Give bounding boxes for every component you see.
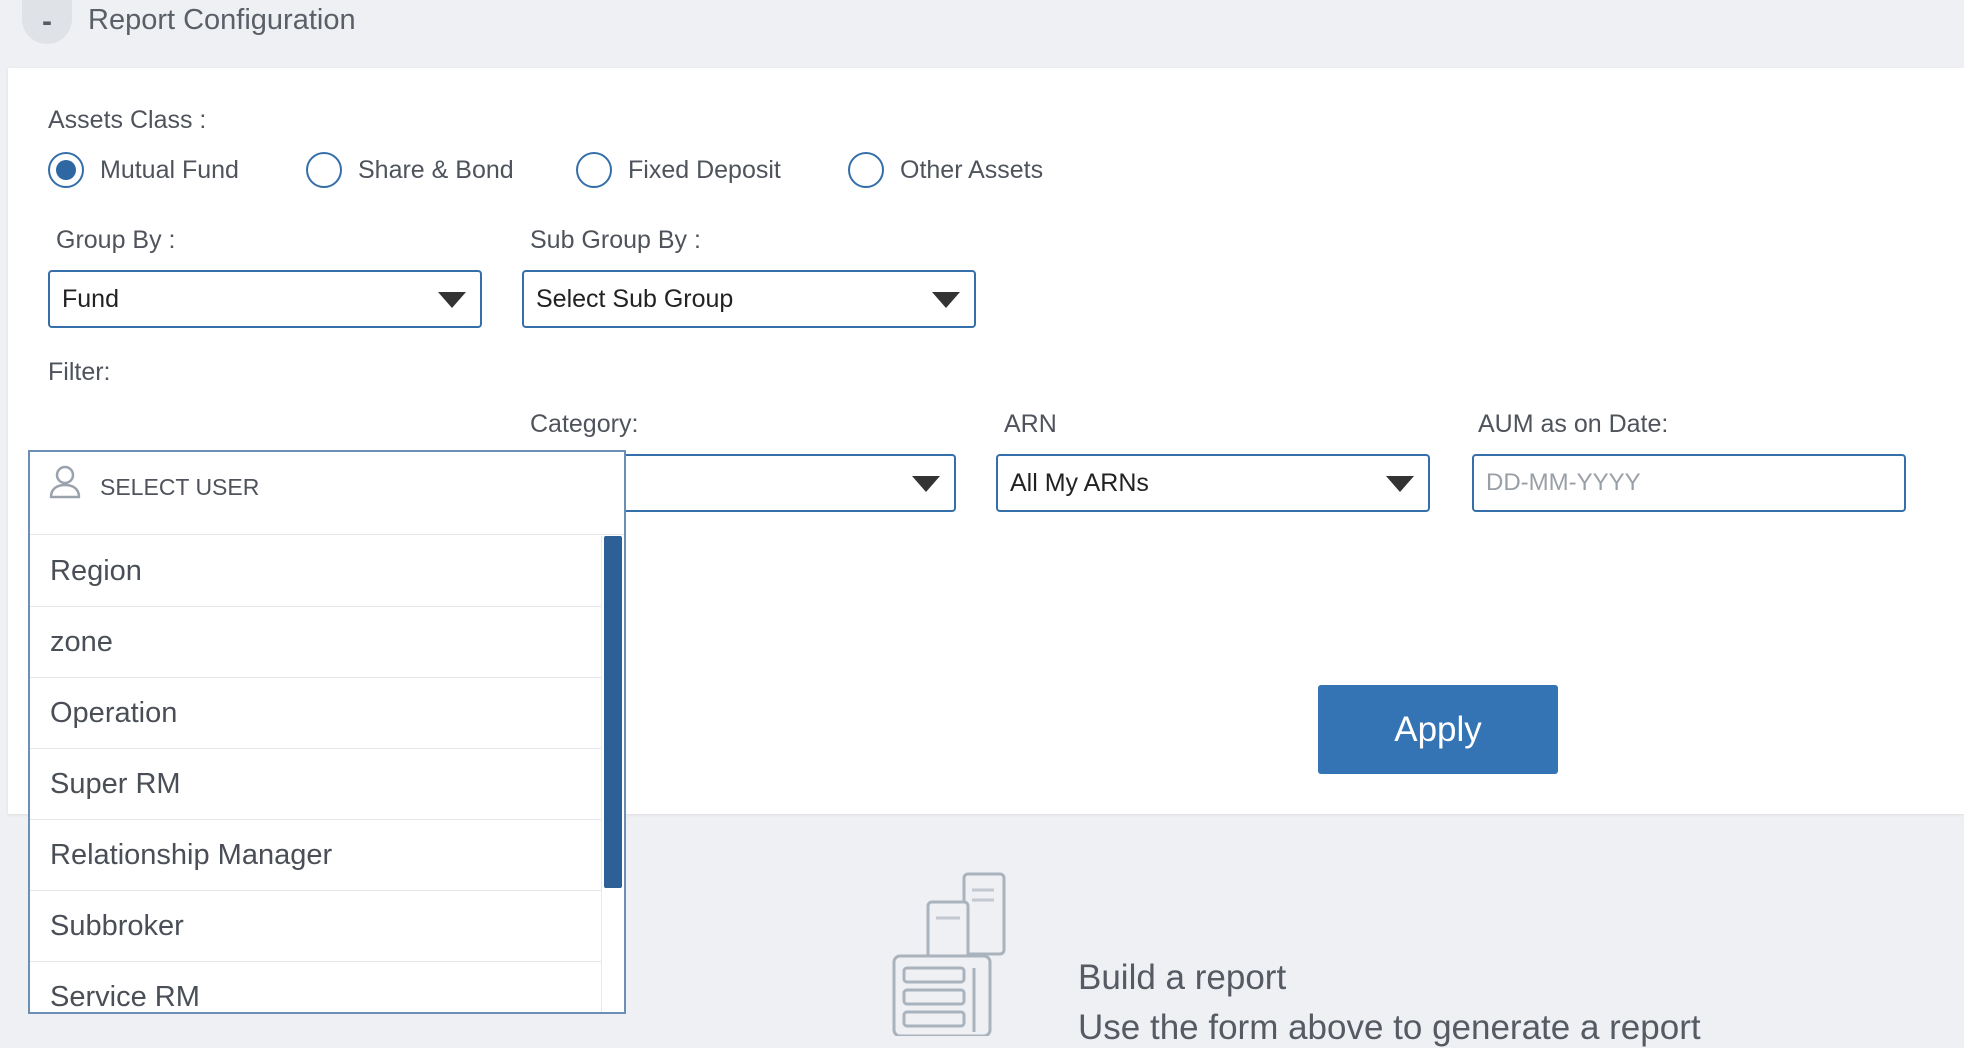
- aum-date-label: AUM as on Date:: [1478, 410, 1669, 438]
- radio-selected-dot: [56, 160, 76, 180]
- dropdown-scrollbar[interactable]: [601, 536, 624, 1012]
- radio-circle[interactable]: [48, 152, 84, 188]
- sub-group-by-label: Sub Group By :: [530, 226, 701, 254]
- arn-label: ARN: [1004, 410, 1057, 438]
- list-item-operation[interactable]: Operation: [30, 678, 602, 749]
- section-title: Report Configuration: [88, 4, 356, 36]
- collapse-button[interactable]: -: [22, 0, 72, 44]
- list-item-service-rm[interactable]: Service RM: [30, 962, 602, 1013]
- list-item-super-rm[interactable]: Super RM: [30, 749, 602, 820]
- chevron-down-icon: [912, 476, 940, 492]
- radio-other-assets[interactable]: Other Assets: [848, 152, 1043, 188]
- assets-class-label: Assets Class :: [48, 106, 207, 134]
- radio-fixed-deposit[interactable]: Fixed Deposit: [576, 152, 781, 188]
- list-item-subbroker[interactable]: Subbroker: [30, 891, 602, 962]
- user-icon: [49, 465, 81, 499]
- sub-group-by-select[interactable]: Select Sub Group: [522, 270, 976, 328]
- arn-value: All My ARNs: [1010, 468, 1149, 497]
- radio-label: Other Assets: [900, 155, 1044, 184]
- select-user-search[interactable]: SELECT USER: [30, 452, 624, 535]
- report-illustration-icon: [892, 872, 1006, 1036]
- group-by-label: Group By :: [56, 226, 176, 254]
- list-item-relationship-manager[interactable]: Relationship Manager: [30, 820, 602, 891]
- radio-label: Mutual Fund: [100, 155, 239, 184]
- report-config-header: - Report Configuration: [0, 0, 1964, 66]
- sub-group-by-value: Select Sub Group: [536, 284, 734, 313]
- apply-button[interactable]: Apply: [1318, 685, 1558, 774]
- radio-circle[interactable]: [306, 152, 342, 188]
- chevron-down-icon: [1386, 476, 1414, 492]
- select-user-placeholder: SELECT USER: [100, 474, 260, 500]
- user-level-dropdown: SELECT USER Region zone Operation Super …: [28, 450, 626, 1014]
- scrollbar-thumb[interactable]: [604, 536, 622, 888]
- list-item-zone[interactable]: zone: [30, 607, 602, 678]
- empty-state-subtitle: Use the form above to generate a report: [1078, 1008, 1701, 1047]
- radio-label: Fixed Deposit: [628, 155, 781, 184]
- radio-circle[interactable]: [576, 152, 612, 188]
- filter-label: Filter:: [48, 358, 111, 386]
- chevron-down-icon: [932, 292, 960, 308]
- aum-date-input[interactable]: [1472, 454, 1906, 512]
- user-level-list: Region zone Operation Super RM Relations…: [30, 536, 602, 1013]
- list-item-region[interactable]: Region: [30, 536, 602, 607]
- group-by-select[interactable]: Fund: [48, 270, 482, 328]
- radio-mutual-fund[interactable]: Mutual Fund: [48, 152, 239, 188]
- radio-label: Share & Bond: [358, 155, 514, 184]
- chevron-down-icon: [438, 292, 466, 308]
- category-label: Category:: [530, 410, 639, 438]
- radio-circle[interactable]: [848, 152, 884, 188]
- group-by-value: Fund: [62, 284, 119, 313]
- arn-select[interactable]: All My ARNs: [996, 454, 1430, 512]
- radio-share-bond[interactable]: Share & Bond: [306, 152, 514, 188]
- empty-state-title: Build a report: [1078, 958, 1287, 997]
